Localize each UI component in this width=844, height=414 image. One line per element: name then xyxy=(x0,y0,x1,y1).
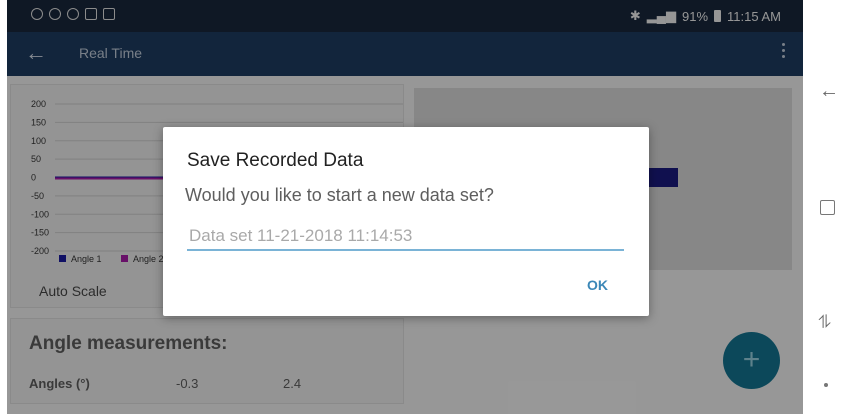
dialog-title: Save Recorded Data xyxy=(187,150,364,171)
nav-recent-icon[interactable]: ⥮ xyxy=(818,312,831,333)
nav-home-icon[interactable] xyxy=(820,200,835,215)
app-window: ✱ ▂▄▆ 91% 11:15 AM ← Real Time 200 150 100… xyxy=(7,0,803,414)
data-set-name-input[interactable] xyxy=(187,223,624,251)
dialog-message: Would you like to start a new data set? xyxy=(185,185,494,205)
navigation-bar: ← ⥮ xyxy=(803,0,844,414)
nav-dot-icon xyxy=(824,383,828,387)
nav-back-icon[interactable]: ← xyxy=(819,80,839,103)
save-data-dialog: Save Recorded Data Would you like to sta… xyxy=(163,127,649,316)
ok-button[interactable]: OK xyxy=(587,277,608,293)
